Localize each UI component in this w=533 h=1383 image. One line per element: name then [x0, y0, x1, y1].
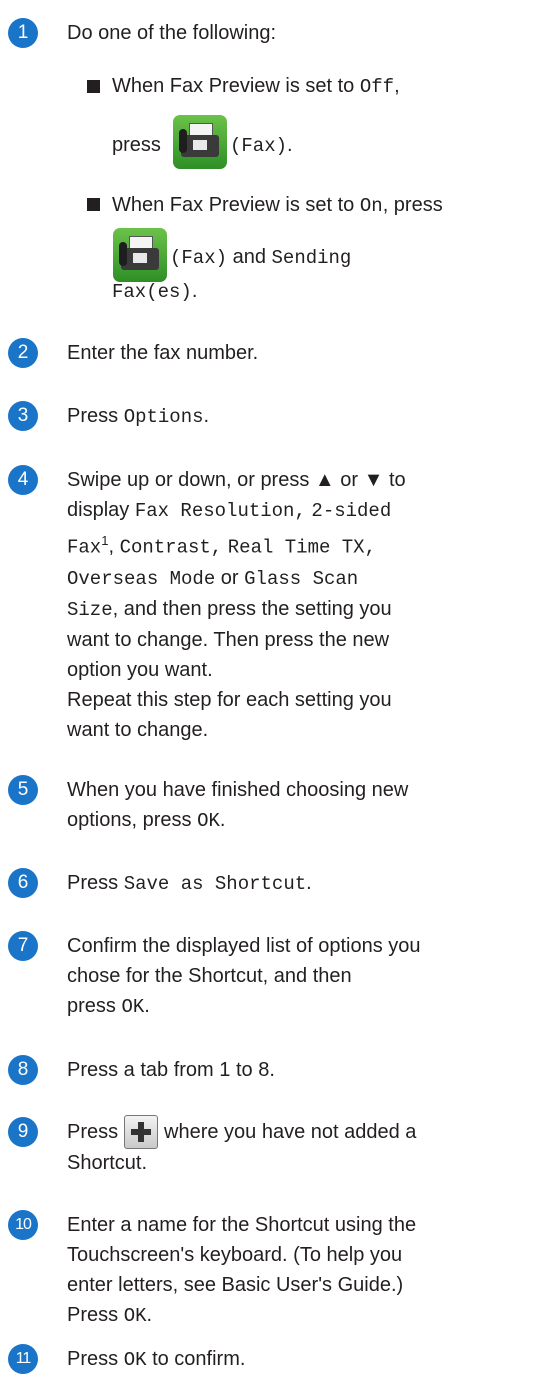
step-text: press — [112, 134, 161, 156]
step-number: 10 — [8, 1210, 38, 1240]
step-number: 3 — [8, 401, 38, 431]
fax-icon — [113, 228, 167, 282]
bullet-icon — [87, 198, 100, 211]
step-number: 11 — [8, 1344, 38, 1374]
step-text: Fax(es). — [112, 280, 198, 303]
plus-icon — [124, 1115, 158, 1149]
bullet-icon — [87, 80, 100, 93]
step-text: (Fax). — [230, 134, 293, 157]
step-text: Do one of the following: — [67, 22, 277, 44]
step-number: 6 — [8, 868, 38, 898]
step-number: 8 — [8, 1055, 38, 1085]
step-number: 4 — [8, 465, 38, 495]
step-text: Press OK to confirm. — [67, 1348, 246, 1371]
step-text: Swipe up or down, or press ▲ or ▼ to dis… — [67, 469, 406, 741]
step-text: Press a tab from 1 to 8. — [67, 1059, 275, 1081]
step-text: Press Options. — [67, 405, 210, 428]
fax-icon — [173, 115, 227, 169]
step-number: 5 — [8, 775, 38, 805]
step-text: Confirm the displayed list of options yo… — [67, 935, 421, 1018]
step-text: When Fax Preview is set to On, press — [112, 194, 443, 217]
step-text: Shortcut. — [67, 1152, 148, 1174]
step-number: 9 — [8, 1117, 38, 1147]
step-text: where you have not added a — [164, 1121, 417, 1143]
step-text: Press Save as Shortcut. — [67, 872, 312, 895]
step-text: Press — [67, 1121, 119, 1143]
step-text: When you have finished choosing new opti… — [67, 779, 409, 832]
step-number: 7 — [8, 931, 38, 961]
step-text: Enter a name for the Shortcut using the … — [67, 1214, 417, 1327]
step-text: Enter the fax number. — [67, 342, 259, 364]
step-text: When Fax Preview is set to Off, — [112, 75, 400, 98]
step-text: (Fax) and Sending — [170, 246, 352, 269]
step-number: 1 — [8, 18, 38, 48]
step-number: 2 — [8, 338, 38, 368]
